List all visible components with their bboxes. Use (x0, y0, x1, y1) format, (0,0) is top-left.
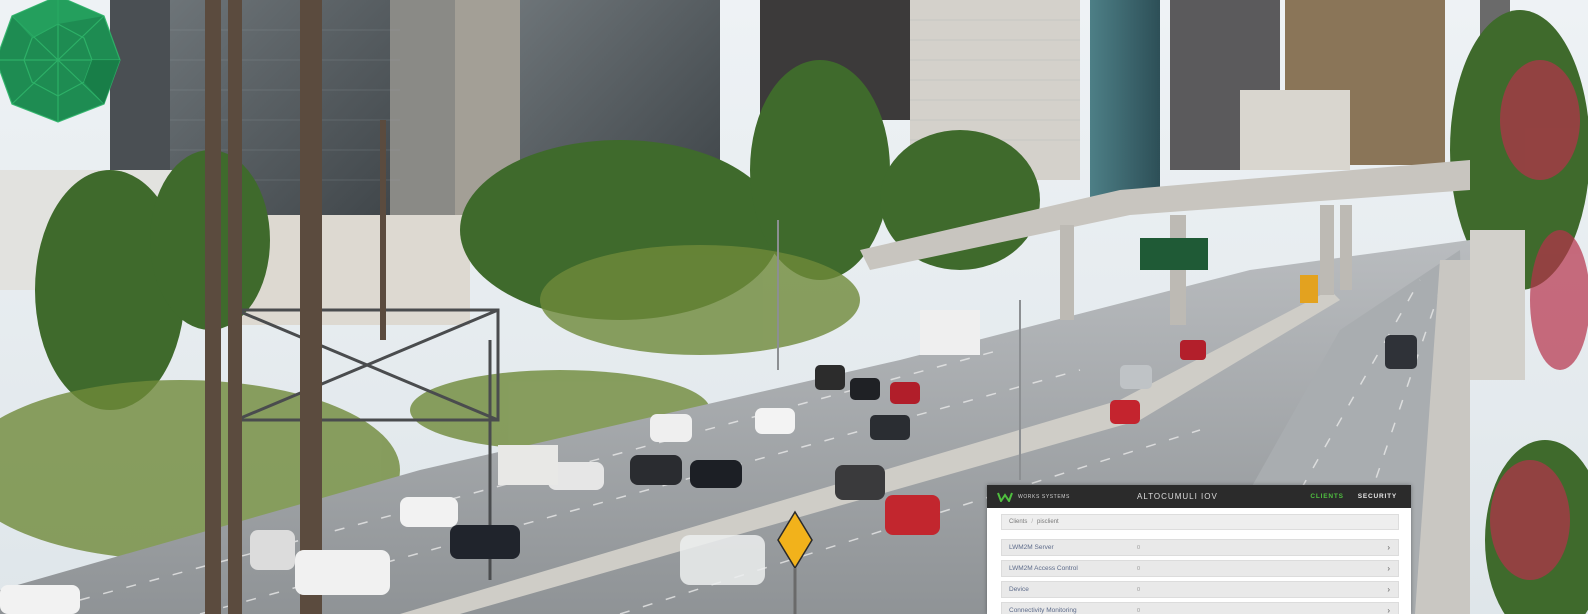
list-item-count: 0 (1137, 586, 1141, 593)
nav-clients[interactable]: CLIENTS (1310, 493, 1343, 500)
list-item-count: 0 (1137, 607, 1141, 614)
brand-name: WORKS SYSTEMS (1018, 493, 1070, 500)
breadcrumb-clients-link[interactable]: Clients (1009, 519, 1027, 525)
works-systems-logo-icon (997, 492, 1013, 502)
app-top-bar: WORKS SYSTEMS ALTOCUMULI IOV CLIENTS SEC… (987, 485, 1411, 508)
brand: WORKS SYSTEMS (997, 492, 1070, 502)
app-title: ALTOCUMULI IOV (1137, 492, 1218, 501)
top-nav: CLIENTS SECURITY (1310, 493, 1397, 500)
list-item-lwm2m-access-control[interactable]: LWM2M Access Control 0 › (1001, 560, 1399, 577)
list-item-count: 0 (1137, 565, 1141, 572)
list-item-connectivity-monitoring[interactable]: Connectivity Monitoring 0 › (1001, 602, 1399, 614)
chevron-right-icon: › (1387, 606, 1390, 614)
list-item-label: Connectivity Monitoring (1009, 607, 1077, 614)
chevron-right-icon: › (1387, 585, 1390, 594)
altocumuli-app-window: WORKS SYSTEMS ALTOCUMULI IOV CLIENTS SEC… (987, 485, 1411, 614)
list-item-label: LWM2M Server (1009, 544, 1054, 551)
app-content: Clients / pisclient LWM2M Server 0 › LWM… (987, 508, 1411, 614)
list-item-label: Device (1009, 586, 1029, 593)
chevron-right-icon: › (1387, 564, 1390, 573)
list-item-lwm2m-server[interactable]: LWM2M Server 0 › (1001, 539, 1399, 556)
chevron-right-icon: › (1387, 543, 1390, 552)
breadcrumb-current: pisclient (1037, 519, 1059, 525)
green-geodesic-icon (0, 0, 124, 126)
list-item-label: LWM2M Access Control (1009, 565, 1078, 572)
breadcrumb-separator: / (1031, 519, 1034, 525)
object-list: LWM2M Server 0 › LWM2M Access Control 0 … (1001, 539, 1399, 614)
breadcrumb: Clients / pisclient (1001, 514, 1399, 530)
nav-security[interactable]: SECURITY (1358, 493, 1397, 500)
list-item-device[interactable]: Device 0 › (1001, 581, 1399, 598)
list-item-count: 0 (1137, 544, 1141, 551)
